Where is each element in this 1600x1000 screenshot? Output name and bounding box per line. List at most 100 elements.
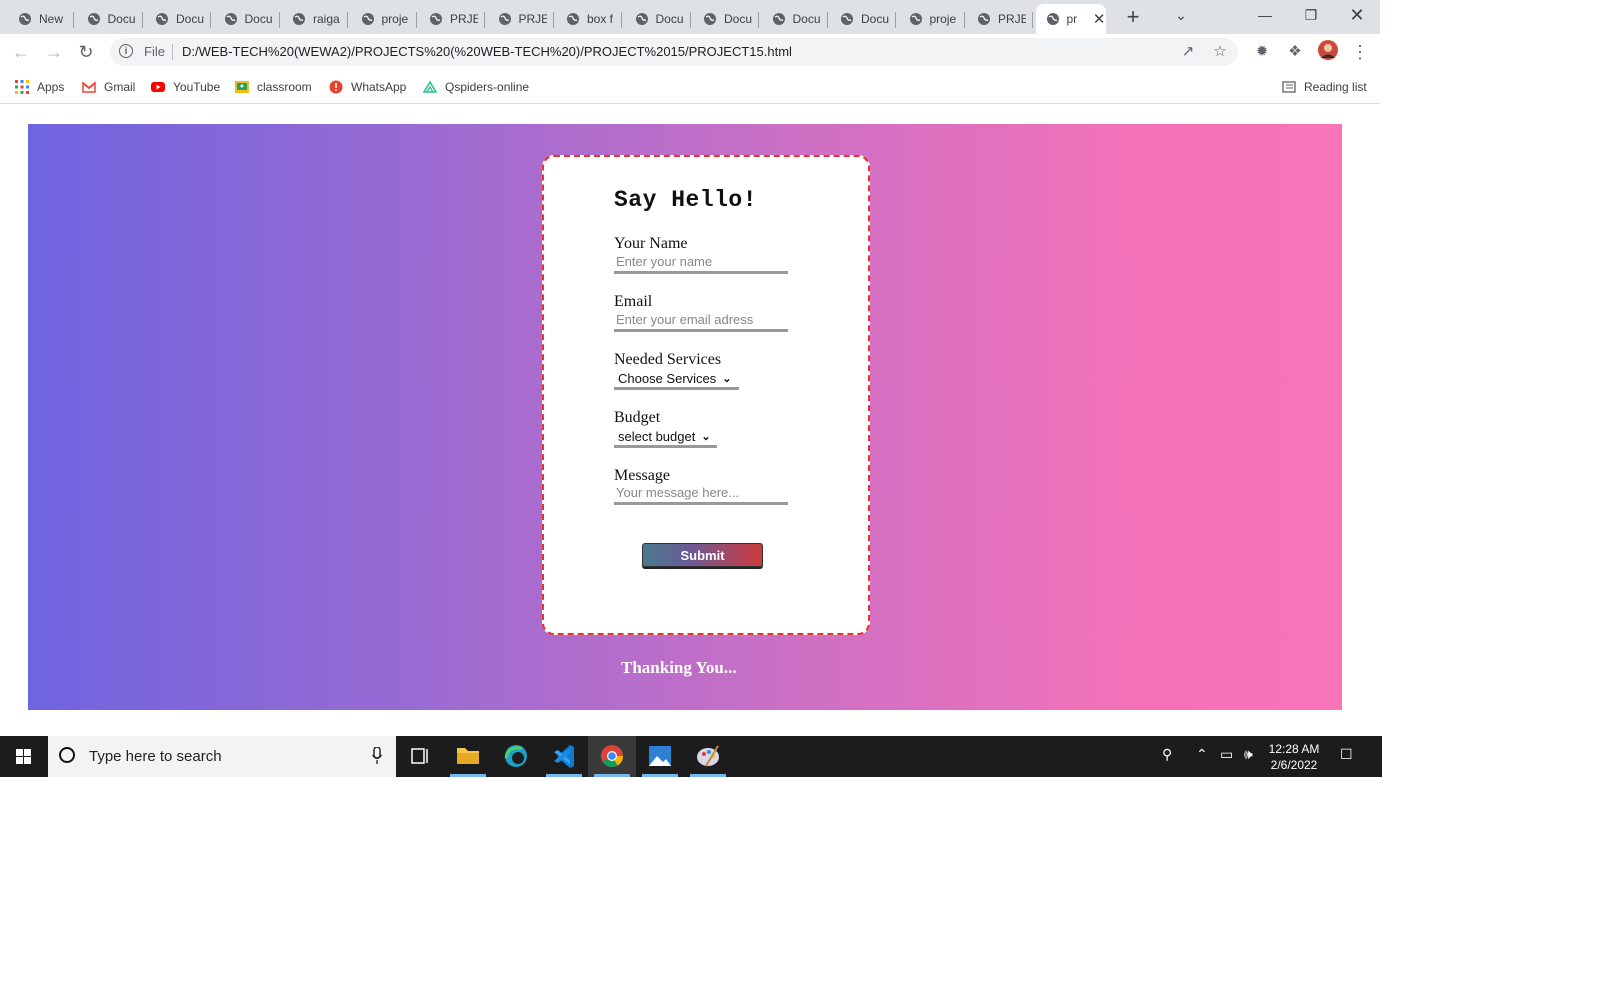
tab-title: pr [1066, 12, 1078, 26]
omnibox-divider [172, 44, 173, 60]
browser-tab[interactable]: Docu [830, 4, 896, 34]
thank-you-text: Thanking You... [621, 658, 737, 677]
browser-tab[interactable]: New [8, 4, 74, 34]
tab-search-icon[interactable]: ⌄ [1158, 0, 1204, 30]
bookmark-label: Qspiders-online [445, 80, 530, 94]
vscode-icon [554, 745, 574, 768]
new-tab-button[interactable]: + [1120, 4, 1146, 30]
show-hidden-icons-chevron-icon[interactable]: ⌃ [1196, 746, 1208, 763]
bookmark-label: Apps [37, 80, 65, 94]
tab-separator [141, 12, 143, 28]
kebab-menu-icon[interactable]: ⋮ [1348, 40, 1372, 64]
back-arrow-icon[interactable]: ← [9, 40, 33, 64]
extensions-puzzle-icon[interactable]: ❖ [1283, 40, 1307, 64]
extension-bug-icon[interactable]: ✹ [1250, 40, 1274, 64]
chevron-down-icon: ⌄ [722, 373, 732, 385]
browser-tab[interactable]: PRJE( [488, 4, 554, 34]
gmail-icon [82, 81, 96, 93]
budget-label: Budget [614, 409, 661, 426]
browser-tab[interactable]: Docu [625, 4, 691, 34]
volume-icon[interactable]: 🕪 [1244, 746, 1253, 763]
bookmark-apps[interactable]: Apps [15, 78, 64, 96]
browser-tab[interactable]: Docu [762, 4, 828, 34]
email-input[interactable]: Enter your email adress [614, 312, 788, 332]
budget-selected-value: select budget [618, 429, 696, 444]
close-window-button[interactable]: ✕ [1334, 0, 1380, 30]
browser-tab[interactable]: raiga [282, 4, 348, 34]
globe-icon [156, 13, 168, 25]
active-app-indicator [450, 774, 486, 777]
paint-app[interactable] [684, 736, 732, 777]
paint-palette-icon [697, 745, 719, 767]
browser-tab[interactable]: proje [899, 4, 965, 34]
share-icon[interactable]: ↗ [1176, 40, 1200, 64]
message-label: Message [614, 467, 670, 484]
message-input[interactable]: Your message here... [614, 485, 788, 505]
bookmark-qspiders-online[interactable]: Qspiders-online [423, 78, 529, 96]
edge-app[interactable] [492, 736, 540, 777]
browser-tab[interactable]: pr ✕ [1035, 4, 1106, 34]
chevron-down-icon: ⌄ [701, 431, 711, 443]
services-select[interactable]: Choose Services ⌄ [614, 370, 739, 390]
url-text[interactable]: D:/WEB-TECH%20(WEWA2)/PROJECTS%20(%20WEB… [182, 44, 792, 59]
tab-title: Docu [176, 12, 204, 26]
bookmark-classroom[interactable]: classroom [235, 78, 312, 96]
file-explorer-app[interactable] [444, 736, 492, 777]
bookmark-gmail[interactable]: Gmail [82, 78, 135, 96]
browser-tab[interactable]: PRJE( [967, 4, 1033, 34]
tab-separator [210, 12, 211, 28]
globe-icon [567, 13, 579, 25]
submit-button[interactable]: Submit [642, 543, 763, 567]
chrome-icon [601, 745, 623, 767]
taskbar-search-box[interactable]: Type here to search [48, 736, 396, 777]
bookmark-label: WhatsApp [351, 80, 407, 94]
site-info-icon[interactable]: i [119, 44, 133, 58]
globe-icon [19, 13, 31, 25]
profile-avatar[interactable] [1316, 40, 1340, 64]
tab-title: proje [381, 12, 409, 26]
browser-tab[interactable]: box f [556, 4, 622, 34]
browser-tab[interactable]: Docu [145, 4, 211, 34]
photos-app[interactable] [636, 736, 684, 777]
bookmark-whatsapp[interactable]: WhatsApp [329, 78, 406, 96]
browser-tab[interactable]: Docu [693, 4, 759, 34]
browser-tab[interactable]: Docu [214, 4, 280, 34]
name-input[interactable]: Enter your name [614, 254, 788, 274]
globe-icon [293, 13, 305, 25]
browser-tab[interactable]: proje [351, 4, 417, 34]
tab-title: proje [929, 12, 957, 26]
minimize-button[interactable]: — [1242, 0, 1288, 30]
microphone-icon[interactable] [372, 747, 382, 765]
restore-button[interactable]: ❐ [1288, 0, 1334, 30]
budget-select[interactable]: select budget ⌄ [614, 428, 717, 448]
tab-title: box f [587, 12, 614, 26]
tab-separator [415, 12, 417, 28]
task-view-button[interactable] [396, 736, 444, 777]
globe-icon [704, 13, 716, 25]
address-bar[interactable]: i File D:/WEB-TECH%20(WEWA2)/PROJECTS%20… [110, 38, 1238, 66]
close-tab-icon[interactable]: ✕ [1093, 10, 1106, 28]
chrome-app[interactable] [588, 736, 636, 777]
reading-list-button[interactable]: Reading list [1282, 78, 1367, 96]
browser-tab[interactable]: Docu [77, 4, 143, 34]
browser-tab[interactable]: PRJE( [419, 4, 485, 34]
services-selected-value: Choose Services [618, 371, 717, 386]
tab-separator [963, 12, 965, 28]
globe-icon [1046, 13, 1059, 25]
forward-arrow-icon[interactable]: → [42, 40, 66, 64]
tab-title: Docu [792, 12, 821, 26]
battery-icon[interactable]: ▭ [1220, 746, 1233, 763]
vscode-app[interactable] [540, 736, 588, 777]
start-button[interactable] [0, 736, 48, 777]
photos-icon [649, 746, 671, 766]
task-view-icon [411, 748, 428, 764]
bookmark-label: classroom [257, 80, 312, 94]
contact-form-card: Say Hello! Your Name Enter your name Ema… [542, 155, 870, 635]
system-clock[interactable]: 12:28 AM 2/6/2022 [1264, 741, 1324, 773]
reload-icon[interactable]: ↻ [74, 40, 98, 64]
clock-time: 12:28 AM [1268, 742, 1320, 756]
bookmark-youtube[interactable]: YouTube [151, 78, 220, 96]
notifications-icon[interactable]: ☐ [1340, 746, 1353, 763]
people-icon[interactable]: ⚲ [1162, 746, 1172, 763]
bookmark-star-icon[interactable]: ☆ [1208, 40, 1232, 64]
